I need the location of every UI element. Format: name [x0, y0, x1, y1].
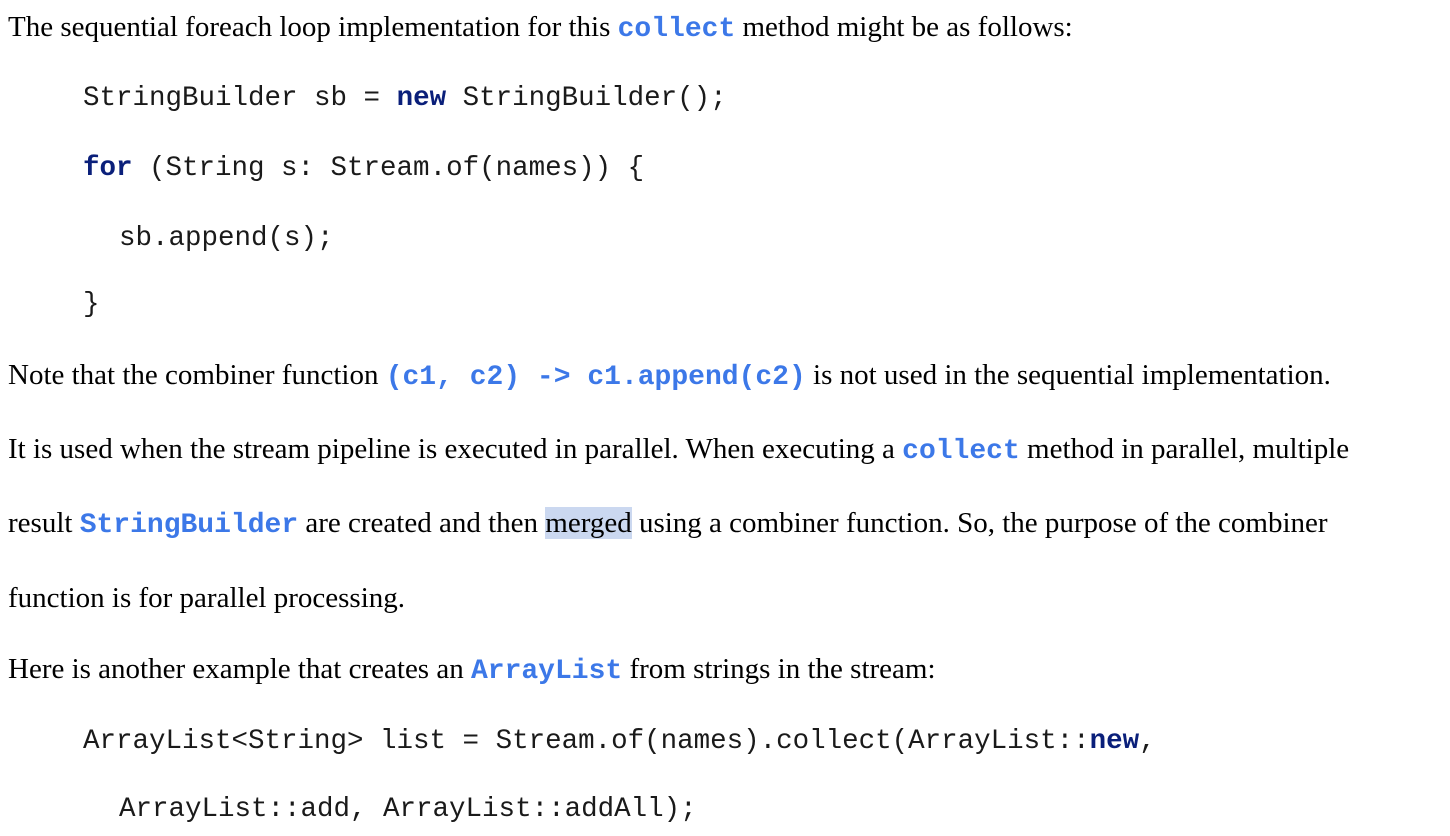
code-text: } — [83, 289, 100, 320]
code-line-arraylist-args: ArrayList::add, ArrayList::addAll); — [119, 792, 697, 828]
code-line-closing-brace: } — [83, 287, 100, 323]
paragraph-text: function is for parallel processing. — [8, 582, 406, 614]
paragraph-arraylist-example: Here is another example that creates an … — [8, 651, 936, 690]
code-line-append: sb.append(s); — [119, 221, 334, 257]
paragraph-text: using a combiner function. So, the purpo… — [631, 507, 1328, 539]
paragraph-stringbuilder-merge: result StringBuilder are created and the… — [8, 505, 1328, 544]
paragraph-text: method might be as follows: — [735, 11, 1073, 43]
code-text: ArrayList::add, ArrayList::addAll); — [119, 794, 697, 825]
paragraph-text: from strings in the stream: — [622, 653, 936, 685]
inline-code-combiner: (c1, c2) -> c1.append(c2) — [385, 362, 806, 393]
paragraph-text: result — [8, 507, 80, 539]
paragraph-parallel-processing: function is for parallel processing. — [8, 580, 405, 616]
paragraph-text: is not used in the sequential implementa… — [805, 359, 1331, 391]
paragraph-parallel: It is used when the stream pipeline is e… — [8, 431, 1349, 470]
code-line-arraylist-collect: ArrayList<String> list = Stream.of(names… — [83, 724, 1156, 760]
code-line-for-loop: for (String s: Stream.of(names)) { — [83, 151, 644, 187]
inline-code-stringbuilder: StringBuilder — [79, 510, 299, 541]
code-text: sb.append(s); — [119, 223, 334, 254]
inline-code-arraylist: ArrayList — [470, 656, 623, 687]
paragraph-text: are created and then — [298, 507, 546, 539]
selected-text-merged[interactable]: merged — [545, 507, 632, 539]
code-keyword: new — [1089, 726, 1140, 757]
paragraph-combiner-note: Note that the combiner function (c1, c2)… — [8, 357, 1331, 396]
paragraph-text: The sequential foreach loop implementati… — [8, 11, 618, 43]
paragraph-intro: The sequential foreach loop implementati… — [8, 9, 1073, 48]
code-text: (String s: Stream.of(names)) { — [132, 153, 645, 184]
code-keyword: for — [83, 153, 133, 184]
paragraph-text: Here is another example that creates an — [8, 653, 471, 685]
code-text: , — [1139, 726, 1156, 757]
code-text: ArrayList<String> list = Stream.of(names… — [83, 726, 1090, 757]
code-keyword: new — [396, 83, 447, 114]
inline-code-collect: collect — [902, 436, 1020, 467]
inline-code-collect: collect — [617, 14, 736, 45]
code-text: StringBuilder sb = — [83, 83, 397, 114]
paragraph-text: It is used when the stream pipeline is e… — [8, 433, 903, 465]
paragraph-text: method in parallel, multiple — [1019, 433, 1350, 465]
code-line-stringbuilder: StringBuilder sb = new StringBuilder(); — [83, 81, 727, 117]
code-text: StringBuilder(); — [446, 83, 727, 114]
paragraph-text: Note that the combiner function — [8, 359, 386, 391]
